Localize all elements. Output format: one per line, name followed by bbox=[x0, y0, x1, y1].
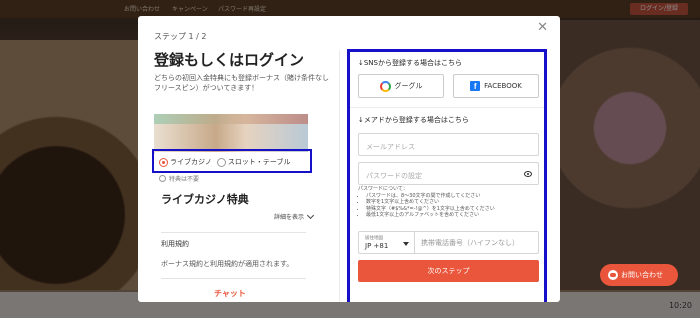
country-code-label: 居住地国 bbox=[365, 236, 383, 241]
password-rules-title: パスワードについて： bbox=[358, 186, 408, 192]
country-code-select[interactable]: 居住地国 JP +81 bbox=[359, 232, 415, 253]
phone-input-wrapper bbox=[415, 232, 538, 253]
chat-bubble-icon bbox=[608, 270, 618, 280]
radio-no-bonus[interactable]: 特典は不要 bbox=[159, 174, 199, 183]
details-toggle[interactable]: 詳細を表示 bbox=[274, 211, 315, 221]
sns-label: ↓SNSから登録する場合はこちら bbox=[358, 59, 462, 67]
bonus-banner-image bbox=[154, 114, 308, 154]
details-toggle-label: 詳細を表示 bbox=[274, 214, 305, 221]
chat-link[interactable]: チャット bbox=[214, 288, 246, 299]
caret-down-icon bbox=[403, 242, 409, 246]
highlight-box-radios bbox=[152, 149, 312, 173]
password-rules: パスワードについて： パスワードは、8〜30文字の間で作成してください 数字を1… bbox=[358, 186, 538, 219]
password-rule: 数字を1文字以上含めてください bbox=[366, 199, 538, 206]
google-signup-button[interactable]: グーグル bbox=[358, 74, 444, 98]
contact-button[interactable]: お問い合わせ bbox=[600, 264, 678, 286]
divider bbox=[350, 107, 544, 108]
bonus-panel: ステップ 1 / 2 登録もしくはログイン どちらの初回入金特典にも登録ボーナス… bbox=[138, 16, 338, 302]
contact-button-label: お問い合わせ bbox=[621, 271, 663, 279]
facebook-button-label: FACEBOOK bbox=[484, 82, 522, 90]
phone-number-field[interactable] bbox=[421, 238, 538, 247]
country-code-value: JP +81 bbox=[365, 242, 389, 250]
mail-label: ↓メアドから登録する場合はこちら bbox=[358, 116, 469, 124]
google-button-label: グーグル bbox=[394, 82, 423, 90]
facebook-icon: f bbox=[470, 81, 481, 91]
radio-unselected-icon bbox=[159, 175, 166, 182]
bonus-section-title: ライブカジノ特典 bbox=[161, 193, 249, 206]
google-icon bbox=[379, 80, 391, 92]
divider bbox=[161, 232, 306, 233]
radio-no-bonus-label: 特典は不要 bbox=[169, 176, 200, 183]
panel-divider bbox=[339, 50, 340, 302]
email-field[interactable] bbox=[359, 136, 538, 158]
modal-description: どちらの初回入金特典にも登録ボーナス（賭け条件なしフリースピン）がついてきます！ bbox=[154, 74, 329, 92]
terms-title: 利用規約 bbox=[161, 240, 189, 248]
email-field-wrapper bbox=[358, 133, 539, 158]
step-indicator: ステップ 1 / 2 bbox=[154, 32, 207, 41]
divider bbox=[161, 278, 306, 279]
close-icon[interactable]: ✕ bbox=[537, 21, 548, 34]
password-field-wrapper bbox=[358, 162, 539, 187]
facebook-signup-button[interactable]: f FACEBOOK bbox=[453, 74, 539, 98]
registration-modal: ✕ ステップ 1 / 2 登録もしくはログイン どちらの初回入金特典にも登録ボー… bbox=[138, 16, 560, 302]
terms-text: ボーナス規約と利用規約が適用されます。 bbox=[161, 260, 294, 268]
eye-icon[interactable] bbox=[524, 171, 532, 177]
modal-title: 登録もしくはログイン bbox=[154, 51, 305, 69]
chevron-down-icon bbox=[306, 211, 315, 219]
signup-panel: ↓SNSから登録する場合はこちら グーグル f FACEBOOK ↓メアドから登… bbox=[347, 49, 547, 302]
password-rule: 最低1文字以上のアルファベットを含めてください bbox=[366, 212, 538, 219]
clock: 10:20 bbox=[668, 301, 692, 310]
next-step-button[interactable]: 次のステップ bbox=[358, 260, 539, 282]
phone-field-group: 居住地国 JP +81 bbox=[358, 231, 539, 254]
password-field[interactable] bbox=[359, 165, 538, 187]
